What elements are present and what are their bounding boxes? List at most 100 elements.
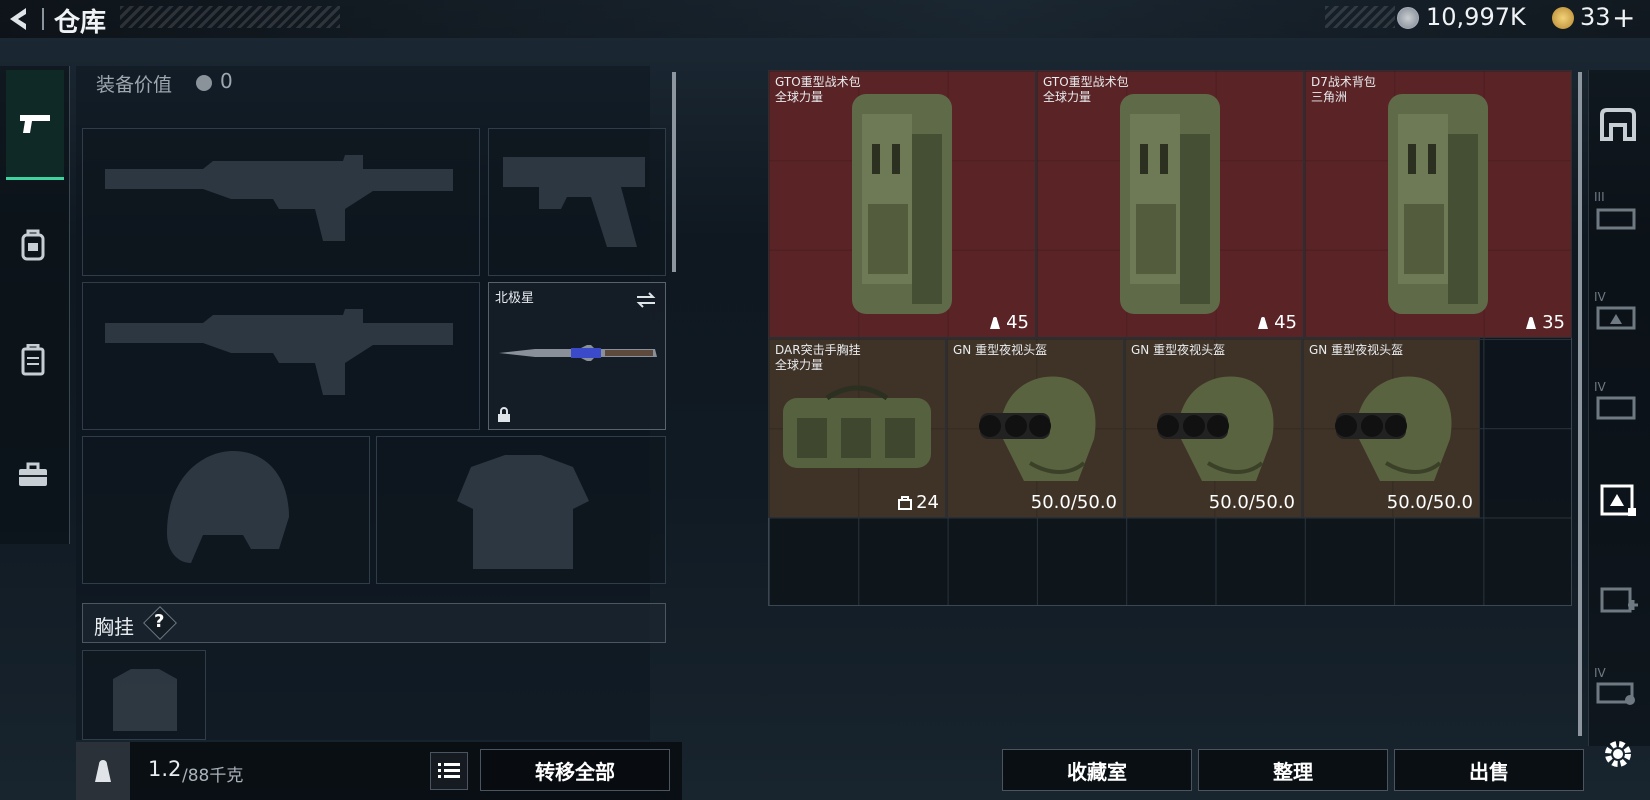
tier-label: III [1594,190,1605,204]
item-name: D7战术背包 三角洲 [1311,75,1376,105]
weight-icon [1258,316,1269,329]
pistol-icon [20,114,50,133]
case-icon [1596,208,1636,230]
case-tab-active[interactable] [1594,476,1642,524]
storage-item[interactable]: D7战术背包 三角洲 35 [1304,70,1572,338]
item-count-value: 50.0/50.0 [1386,492,1473,513]
currency-stripes [1325,6,1395,28]
tier-label: IV [1594,666,1606,680]
knife-icon [499,345,657,361]
item-title: D7战术背包 [1311,75,1376,89]
backpack-image [1120,94,1220,314]
weight-current: 1.2 [148,757,182,781]
storage-item[interactable]: GTO重型战术包 全球力量 45 [768,70,1036,338]
item-count-value: 50.0/50.0 [1208,492,1295,513]
melee-slot[interactable]: 北极星 [488,282,666,430]
grid-scrollbar[interactable] [1578,72,1582,736]
lock-icon [498,407,510,422]
armor-silhouette-icon [457,455,589,569]
ticket-icon [1552,7,1574,29]
gear-icon [1605,741,1631,767]
item-name: GTO重型战术包 全球力量 [1043,75,1129,105]
case-icon [1596,396,1636,420]
case-tab-2[interactable]: IV [1594,290,1642,338]
back-button[interactable] [2,2,36,36]
item-count-value: 50.0/50.0 [1030,492,1117,513]
case-tab-4[interactable]: IV [1594,666,1642,714]
currency-amount: 10,997K [1426,3,1526,31]
chest-rig-slot[interactable] [82,650,206,740]
item-count: 45 [988,312,1029,333]
item-name: GN 重型夜视头盔 [953,343,1047,358]
item-title: GN 重型夜视头盔 [1309,343,1404,357]
item-title: DAR突击手胸挂 [775,343,861,357]
storage-item[interactable]: GN 重型夜视头盔 50.0/50.0 [1124,338,1302,518]
item-image [769,71,1035,337]
item-count: 50.0/50.0 [1209,492,1295,513]
add-case-tab[interactable] [1594,576,1642,624]
secondary-weapon-slot[interactable] [488,128,666,276]
sell-button[interactable]: 出售 [1394,749,1584,791]
rifle-silhouette-icon [105,309,453,395]
equipment-value-label: 装备价值 [96,74,173,96]
collection-room-button[interactable]: 收藏室 [1002,749,1192,791]
primary-weapon-slot-2[interactable] [82,282,480,430]
list-icon [438,763,460,778]
list-view-button[interactable] [430,752,468,790]
tab-toolbox[interactable] [0,420,66,530]
item-brand: 全球力量 [1043,90,1092,104]
safebox-tab[interactable] [1594,100,1642,148]
item-count: 45 [1256,312,1297,333]
primary-weapon-slot[interactable] [82,128,480,276]
title-divider [42,8,44,30]
weight-icon [1526,316,1537,329]
safebox-icon [1600,108,1636,141]
item-name: DAR突击手胸挂 全球力量 [775,343,861,373]
capacity-icon [898,495,913,510]
tab-weapons[interactable] [6,70,64,180]
item-image [1037,71,1303,337]
case-active-icon [1600,484,1636,516]
tab-backpack[interactable] [0,190,66,300]
tab-chest-rig[interactable] [0,305,66,415]
item-title: GTO重型战术包 [1043,75,1129,89]
item-count-value: 24 [916,492,939,513]
transfer-all-button[interactable]: 转移全部 [480,749,670,791]
item-brand: 三角洲 [1311,90,1348,104]
case-tab-1[interactable]: III [1594,190,1642,238]
rifle-silhouette-icon [105,155,453,241]
weight-icon-box [76,742,130,800]
helmet-slot[interactable] [82,436,370,584]
settings-button[interactable] [1598,734,1638,774]
tier-label: IV [1594,290,1606,304]
case-icon [1596,306,1636,330]
storage-item[interactable]: GN 重型夜视头盔 50.0/50.0 [1302,338,1480,518]
case-icon [1596,682,1635,705]
tier-label: IV [1594,380,1606,394]
swap-icon[interactable] [635,291,657,309]
item-name: GN 重型夜视头盔 [1131,343,1225,358]
storage-item[interactable]: GN 重型夜视头盔 50.0/50.0 [946,338,1124,518]
add-case-icon [1600,587,1638,613]
item-count: 24 [898,492,939,513]
item-image [947,339,1123,517]
backpack-image [852,94,952,314]
vest-silhouette-icon [113,669,177,731]
duffel-bag-image [783,385,931,468]
storage-item[interactable]: DAR突击手胸挂 全球力量 24 [768,338,946,518]
title-stripes [120,6,340,28]
item-title: GTO重型战术包 [775,75,861,89]
armor-slot[interactable] [376,436,666,584]
storage-item[interactable]: GTO重型战术包 全球力量 45 [1036,70,1304,338]
add-ticket-button[interactable]: + [1612,1,1635,34]
item-image [1305,71,1571,337]
panel-scrollbar[interactable] [672,72,676,272]
coin-icon [196,75,212,91]
pistol-silhouette-icon [503,157,645,247]
ticket-amount: 33 [1580,3,1611,31]
case-tab-3[interactable]: IV [1594,380,1642,428]
sort-button[interactable]: 整理 [1198,749,1388,791]
backpack-image [1388,94,1488,314]
item-name: GN 重型夜视头盔 [1309,343,1403,358]
weight-icon [95,760,111,782]
